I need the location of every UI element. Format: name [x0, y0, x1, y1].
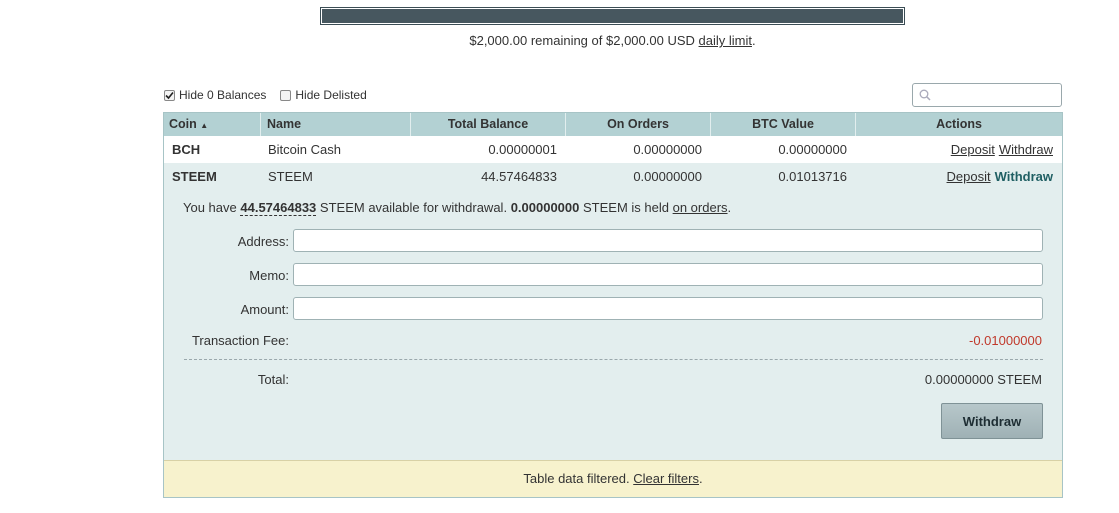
row-actions: Deposit Withdraw [856, 163, 1062, 190]
col-name[interactable]: Name [261, 113, 411, 136]
hide-zero-balances-toggle[interactable]: Hide 0 Balances [164, 88, 266, 102]
col-total-label: Total Balance [447, 117, 529, 131]
table-row[interactable]: STEEM STEEM 44.57464833 0.00000000 0.010… [164, 163, 1062, 190]
hide-delisted-label: Hide Delisted [295, 88, 367, 102]
divider [184, 359, 1043, 360]
address-input[interactable] [293, 229, 1043, 252]
amount-input[interactable] [293, 297, 1043, 320]
coin-symbol: BCH [172, 142, 201, 157]
memo-label: Memo: [249, 268, 289, 283]
avail-mid: STEEM available for withdrawal. [319, 200, 508, 215]
total-balance: 0.00000001 [488, 142, 557, 157]
col-btc-value[interactable]: BTC Value [711, 113, 856, 136]
col-coin-label: Coin [169, 117, 197, 131]
deposit-link[interactable]: Deposit [947, 169, 991, 184]
limit-remaining: $2,000.00 [469, 33, 528, 48]
deposit-link[interactable]: Deposit [951, 142, 995, 157]
hide-delisted-checkbox[interactable] [280, 89, 292, 101]
held-text: STEEM is held [583, 200, 669, 215]
notice-period: . [698, 471, 703, 486]
available-amount-link[interactable]: 44.57464833 [240, 200, 317, 216]
avail-prefix: You have [183, 200, 237, 215]
on-orders: 0.00000000 [633, 142, 702, 157]
col-on-orders[interactable]: On Orders [566, 113, 711, 136]
sort-asc-icon: ▲ [200, 121, 209, 130]
balance-filters: Hide 0 Balances Hide Delisted [164, 88, 381, 102]
hide-zero-checkbox[interactable] [164, 89, 175, 101]
limit-period: . [752, 33, 756, 48]
col-total-balance[interactable]: Total Balance [411, 113, 566, 136]
col-coin[interactable]: Coin ▲ [164, 113, 261, 136]
col-btc-label: BTC Value [752, 117, 814, 131]
limit-total: $2,000.00 USD [606, 33, 695, 48]
withdraw-button[interactable]: Withdraw [941, 403, 1043, 439]
col-orders-label: On Orders [607, 117, 669, 131]
btc-value: 0.00000000 [778, 142, 847, 157]
balances-table: Coin ▲ Name Total Balance On Orders BTC … [163, 112, 1063, 498]
col-actions: Actions [856, 113, 1062, 136]
col-actions-label: Actions [936, 117, 982, 131]
filter-notice: Table data filtered. Clear filters. [164, 460, 1062, 497]
total-label: Total: [257, 372, 289, 387]
hide-delisted-toggle[interactable]: Hide Delisted [280, 88, 367, 102]
total-value: 0.00000000 STEEM [924, 372, 1042, 387]
table-header: Coin ▲ Name Total Balance On Orders BTC … [164, 113, 1062, 136]
withdraw-panel: You have 44.57464833 STEEM available for… [164, 190, 1062, 460]
notice-text: Table data filtered. [523, 471, 630, 486]
withdraw-link-active[interactable]: Withdraw [995, 169, 1053, 184]
search-icon [919, 89, 931, 101]
search-input[interactable] [937, 86, 1059, 106]
address-label: Address: [237, 234, 289, 249]
on-orders-link[interactable]: on orders [673, 200, 728, 215]
search-box[interactable] [912, 83, 1062, 107]
avail-period: . [727, 200, 732, 215]
limit-text-mid: remaining of [530, 33, 603, 48]
withdraw-link[interactable]: Withdraw [999, 142, 1053, 157]
daily-limit-fill [322, 9, 903, 23]
coin-symbol: STEEM [172, 169, 217, 184]
btc-value: 0.01013716 [778, 169, 847, 184]
daily-limit-link[interactable]: daily limit [699, 33, 752, 48]
fee-label: Transaction Fee: [191, 333, 289, 348]
amount-label: Amount: [240, 302, 289, 317]
checkmark-icon [165, 91, 174, 99]
clear-filters-link[interactable]: Clear filters [633, 471, 699, 486]
available-balance-text: You have 44.57464833 STEEM available for… [183, 200, 732, 216]
coin-name: Bitcoin Cash [268, 142, 341, 157]
fee-value: -0.01000000 [968, 333, 1042, 348]
row-actions: Deposit Withdraw [856, 136, 1062, 163]
on-orders: 0.00000000 [633, 169, 702, 184]
hide-zero-label: Hide 0 Balances [179, 88, 267, 102]
table-row[interactable]: BCH Bitcoin Cash 0.00000001 0.00000000 0… [164, 136, 1062, 163]
held-amount: 0.00000000 [510, 200, 580, 215]
daily-limit-bar [320, 7, 905, 25]
col-name-label: Name [267, 117, 302, 131]
total-balance: 44.57464833 [481, 169, 557, 184]
daily-limit-text: $2,000.00 remaining of $2,000.00 USD dai… [0, 33, 1119, 48]
memo-input[interactable] [293, 263, 1043, 286]
coin-name: STEEM [268, 169, 313, 184]
